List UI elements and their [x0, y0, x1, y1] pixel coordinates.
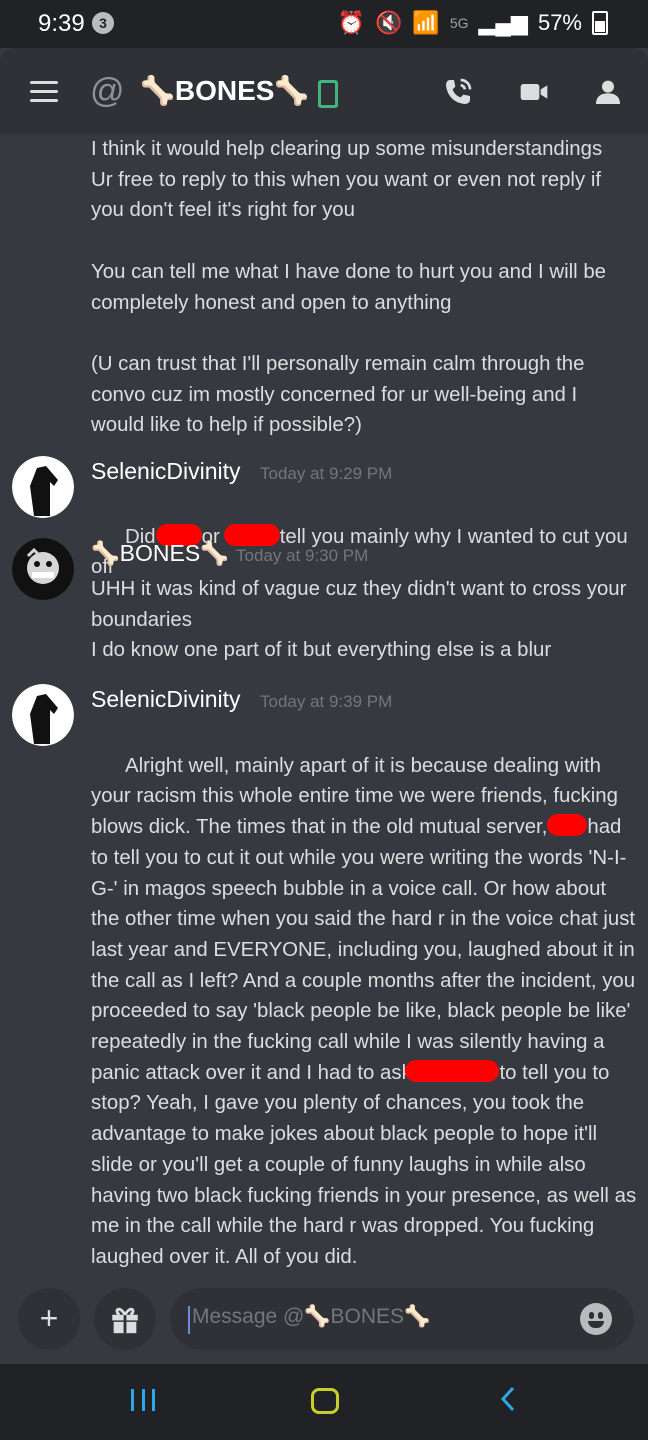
avatar-bones[interactable]: [12, 538, 74, 600]
text-segment: to tell you to stop? Yeah, I gave you pl…: [91, 1061, 642, 1268]
member-list-icon[interactable]: [590, 76, 626, 108]
redaction-mark: [405, 1059, 500, 1082]
channel-title: 🦴BONES🦴: [140, 75, 310, 106]
author-name[interactable]: 🦴BONES🦴: [91, 540, 229, 567]
text-segment: had to tell you to cut it out while you …: [91, 816, 641, 1084]
text-caret: [188, 1306, 190, 1334]
recent-apps-icon[interactable]: [131, 1389, 155, 1411]
channel-header: @ 🦴BONES🦴: [0, 48, 648, 134]
status-bar: 9:39 3 ⏰ 🔇 📶 5G ▂▄▆ 57%: [0, 0, 648, 48]
wifi-icon: 📶: [412, 10, 440, 35]
network-type: 5G: [449, 15, 469, 31]
message-placeholder: Message @🦴BONES🦴: [192, 1305, 431, 1328]
timestamp: Today at 9:39 PM: [260, 692, 393, 711]
message-text: Alright well, mainly apart of it is beca…: [91, 720, 637, 1284]
alarm-icon: ⏰: [337, 10, 366, 35]
message-continued: I think it would help clearing up some m…: [91, 138, 607, 437]
battery-percent: 57%: [537, 10, 582, 35]
redaction-mark: [547, 814, 588, 837]
system-nav-bar: [0, 1364, 648, 1440]
home-icon[interactable]: [311, 1388, 339, 1414]
message-input[interactable]: Message @🦴BONES🦴: [170, 1288, 634, 1350]
emoji-picker-icon[interactable]: [580, 1303, 612, 1335]
signal-icon: ▂▄▆: [478, 10, 528, 35]
menu-icon[interactable]: [30, 81, 58, 108]
timestamp: Today at 9:29 PM: [260, 464, 393, 483]
status-icons: ⏰ 🔇 📶 5G ▂▄▆ 57%: [338, 10, 608, 36]
timestamp: Today at 9:30 PM: [236, 546, 369, 565]
add-attachment-button[interactable]: +: [18, 1288, 80, 1350]
mute-icon: 🔇: [375, 10, 403, 35]
avatar-selenic[interactable]: [12, 456, 74, 518]
notification-count-badge: 3: [92, 12, 114, 34]
message-composer: + Message @🦴BONES🦴: [0, 1284, 648, 1364]
back-icon[interactable]: [497, 1384, 519, 1414]
text-segment: Alright well, mainly apart of it is beca…: [91, 754, 624, 839]
message-text: UHH it was kind of vague cuz they didn't…: [91, 578, 627, 662]
clock: 9:39: [38, 10, 85, 37]
voice-call-icon[interactable]: [440, 76, 476, 108]
author-name[interactable]: SelenicDivinity: [91, 458, 241, 485]
battery-icon: [592, 11, 608, 35]
redaction-mark: [223, 523, 280, 546]
message-list[interactable]: I think it would help clearing up some m…: [0, 134, 648, 1284]
at-icon: @: [90, 72, 125, 110]
gift-icon: [112, 1307, 138, 1334]
mobile-status-icon: [318, 80, 338, 108]
author-name[interactable]: SelenicDivinity: [91, 686, 241, 713]
video-call-icon[interactable]: [516, 76, 552, 108]
avatar-selenic[interactable]: [12, 684, 74, 746]
gift-button[interactable]: [94, 1288, 156, 1350]
